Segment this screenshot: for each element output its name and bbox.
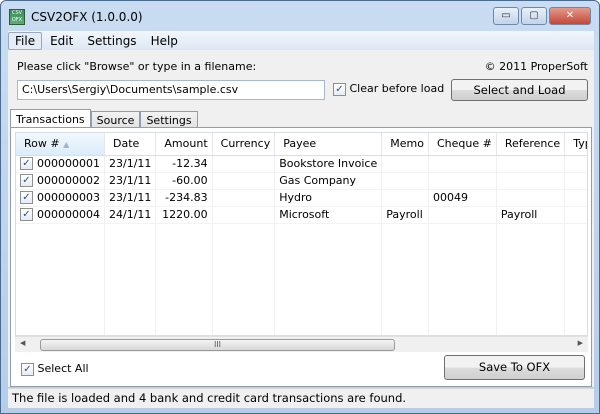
cell-currency bbox=[212, 189, 276, 207]
row-checkbox[interactable]: ✓ bbox=[20, 157, 33, 171]
close-button[interactable]: ✕ bbox=[549, 7, 591, 25]
cell-cheque bbox=[428, 155, 497, 173]
menu-settings[interactable]: Settings bbox=[81, 33, 142, 49]
cell-currency bbox=[212, 206, 276, 224]
column-header-row[interactable]: Row # ▲ bbox=[16, 133, 105, 156]
app-icon: CSV OFX bbox=[9, 9, 25, 25]
table-row[interactable]: ✓ 000000001 23/1/11 -12.34 Bookstore Invoice bbox=[16, 155, 587, 173]
scroll-left-icon[interactable]: ◀ bbox=[20, 339, 25, 347]
row-number: 000000003 bbox=[37, 190, 100, 204]
select-and-load-button[interactable]: Select and Load bbox=[451, 79, 588, 101]
cell-currency bbox=[212, 172, 276, 190]
cell-type bbox=[564, 189, 587, 207]
clear-before-load-checkbox[interactable]: ✓ Clear before load bbox=[333, 82, 444, 96]
cell-memo: Payroll bbox=[381, 206, 429, 224]
cell-row-number: ✓ 000000003 bbox=[16, 189, 105, 207]
row-number: 000000004 bbox=[37, 207, 100, 221]
filename-prompt: Please click "Browse" or type in a filen… bbox=[17, 60, 257, 73]
cell-payee: Hydro bbox=[274, 189, 383, 207]
maximize-button[interactable]: ▢ bbox=[521, 7, 547, 25]
cell-cheque bbox=[428, 172, 497, 190]
cell-cheque: 00049 bbox=[428, 189, 497, 207]
empty-row bbox=[16, 325, 587, 335]
empty-row bbox=[16, 257, 587, 274]
horizontal-scrollbar[interactable]: ◀ III ▶ bbox=[15, 336, 588, 352]
main-area: Please click "Browse" or type in a filen… bbox=[8, 50, 594, 387]
cell-reference bbox=[496, 172, 566, 190]
cell-reference: Payroll bbox=[496, 206, 566, 224]
menu-bar: File Edit Settings Help bbox=[8, 31, 594, 50]
copyright: © 2011 ProperSoft bbox=[484, 60, 588, 73]
select-all-label: Select All bbox=[37, 362, 89, 375]
cell-memo bbox=[381, 155, 429, 173]
column-header-amount[interactable]: Amount bbox=[155, 133, 213, 156]
menu-help[interactable]: Help bbox=[145, 33, 184, 49]
cell-row-number: ✓ 000000002 bbox=[16, 172, 105, 190]
empty-row bbox=[16, 291, 587, 308]
filename-input[interactable]: C:\Users\Sergiy\Documents\sample.csv bbox=[17, 80, 325, 100]
row-checkbox[interactable]: ✓ bbox=[20, 174, 33, 188]
empty-row bbox=[16, 274, 587, 291]
column-header-payee[interactable]: Payee bbox=[274, 133, 383, 156]
minimize-button[interactable]: ▭ bbox=[493, 7, 519, 25]
select-all-checkbox[interactable]: ✓ Select All bbox=[21, 362, 89, 376]
title-bar: CSV OFX CSV2OFX (1.0.0.0) bbox=[9, 8, 143, 26]
clear-before-load-label: Clear before load bbox=[349, 82, 445, 95]
cell-row-number: ✓ 000000004 bbox=[16, 206, 105, 224]
app-window: CSV OFX CSV2OFX (1.0.0.0) ▭ ▢ ✕ File Edi… bbox=[0, 0, 600, 414]
cell-memo bbox=[381, 172, 429, 190]
cell-amount: -234.83 bbox=[155, 189, 213, 207]
cell-type bbox=[564, 206, 587, 224]
cell-date: 23/1/11 bbox=[104, 155, 157, 173]
table-row[interactable]: ✓ 000000003 23/1/11 -234.83 Hydro 00049 bbox=[16, 189, 587, 207]
cell-reference bbox=[496, 189, 566, 207]
cell-type bbox=[564, 172, 587, 190]
save-to-ofx-button[interactable]: Save To OFX bbox=[444, 355, 585, 380]
row-number: 000000001 bbox=[37, 156, 100, 170]
cell-date: 24/1/11 bbox=[104, 206, 157, 224]
row-checkbox[interactable]: ✓ bbox=[20, 208, 33, 222]
cell-memo bbox=[381, 189, 429, 207]
status-bar: The file is loaded and 4 bank and credit… bbox=[8, 388, 594, 408]
cell-reference bbox=[496, 155, 566, 173]
transactions-table[interactable]: Row # ▲ Date Amount Currency Payee Memo … bbox=[15, 132, 588, 336]
empty-row bbox=[16, 223, 587, 240]
sort-ascending-icon: ▲ bbox=[63, 140, 70, 150]
scroll-right-icon[interactable]: ▶ bbox=[578, 339, 583, 347]
cell-payee: Bookstore Invoice bbox=[274, 155, 383, 173]
column-header-currency[interactable]: Currency bbox=[212, 133, 276, 156]
cell-date: 23/1/11 bbox=[104, 172, 157, 190]
cell-amount: -60.00 bbox=[155, 172, 213, 190]
cell-currency bbox=[212, 155, 276, 173]
scroll-thumb[interactable]: III bbox=[40, 339, 395, 351]
table-row[interactable]: ✓ 000000002 23/1/11 -60.00 Gas Company bbox=[16, 172, 587, 190]
empty-row bbox=[16, 240, 587, 257]
column-header-memo[interactable]: Memo bbox=[381, 133, 429, 156]
column-header-reference[interactable]: Reference bbox=[496, 133, 566, 156]
cell-payee: Microsoft bbox=[274, 206, 383, 224]
column-header-cheque[interactable]: Cheque # bbox=[428, 133, 497, 156]
row-number: 000000002 bbox=[37, 173, 100, 187]
cell-date: 23/1/11 bbox=[104, 189, 157, 207]
row-checkbox[interactable]: ✓ bbox=[20, 191, 33, 205]
column-header-date[interactable]: Date bbox=[104, 133, 157, 156]
cell-amount: -12.34 bbox=[155, 155, 213, 173]
cell-row-number: ✓ 000000001 bbox=[16, 155, 105, 173]
empty-row bbox=[16, 308, 587, 325]
cell-amount: 1220.00 bbox=[155, 206, 213, 224]
cell-payee: Gas Company bbox=[274, 172, 383, 190]
checkbox-icon: ✓ bbox=[333, 82, 346, 96]
window-title: CSV2OFX (1.0.0.0) bbox=[31, 10, 143, 24]
column-header-type[interactable]: Type bbox=[564, 133, 587, 156]
menu-file[interactable]: File bbox=[8, 31, 43, 50]
cell-type bbox=[564, 155, 587, 173]
transactions-panel: Row # ▲ Date Amount Currency Payee Memo … bbox=[10, 127, 592, 387]
table-row[interactable]: ✓ 000000004 24/1/11 1220.00 Microsoft Payroll… bbox=[16, 206, 587, 224]
cell-cheque bbox=[428, 206, 497, 224]
checkbox-icon: ✓ bbox=[21, 362, 34, 376]
menu-edit[interactable]: Edit bbox=[44, 33, 79, 49]
